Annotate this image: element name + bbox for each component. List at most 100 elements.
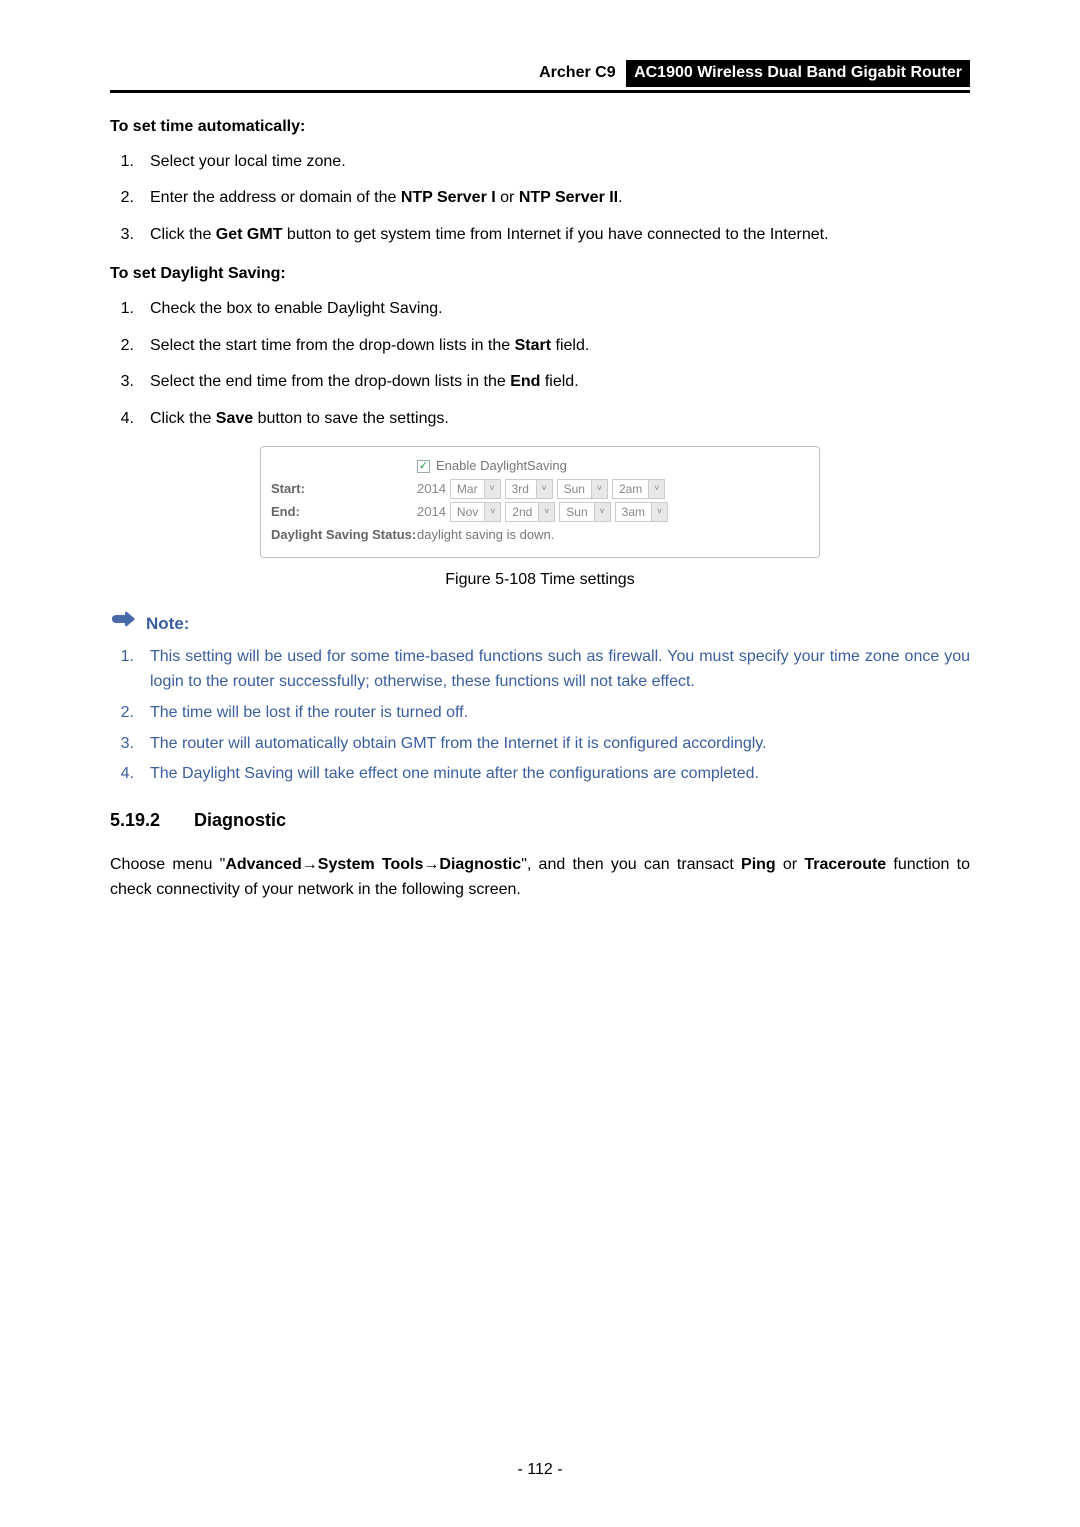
bold-text: NTP Server I xyxy=(401,189,496,206)
select-value: Sun xyxy=(558,480,591,499)
start-year: 2014 xyxy=(417,479,446,499)
list-text: Click the xyxy=(150,410,216,427)
note-label: Note: xyxy=(146,611,189,637)
list-text: The router will automatically obtain GMT… xyxy=(150,735,767,752)
daylight-saving-box: ✓ Enable DaylightSaving Start: 2014 Mar˅… xyxy=(260,446,820,558)
status-row: Daylight Saving Status: daylight saving … xyxy=(271,525,809,545)
note-list: 1. This setting will be used for some ti… xyxy=(138,645,970,787)
page-number: - 112 - xyxy=(0,1458,1080,1483)
start-week-select[interactable]: 3rd˅ xyxy=(505,479,553,499)
list-item: 1. This setting will be used for some ti… xyxy=(138,645,970,695)
enable-label: Enable DaylightSaving xyxy=(436,456,567,476)
chevron-down-icon: ˅ xyxy=(591,480,607,498)
list-number: 3. xyxy=(108,370,134,395)
section-title: Diagnostic xyxy=(194,810,286,830)
bold-text: Ping xyxy=(741,856,776,873)
bold-text: Traceroute xyxy=(804,856,886,873)
list-item: 4. The Daylight Saving will take effect … xyxy=(138,762,970,787)
bold-text: Start xyxy=(515,337,551,354)
enable-checkbox[interactable]: ✓ xyxy=(417,460,430,473)
list-text: The Daylight Saving will take effect one… xyxy=(150,765,759,782)
diagnostic-paragraph: Choose menu "Advanced→System Tools→Diagn… xyxy=(110,853,970,903)
chevron-down-icon: ˅ xyxy=(594,503,610,521)
status-value: daylight saving is down. xyxy=(417,525,554,545)
arrow-icon: → xyxy=(302,856,318,873)
bold-text: Save xyxy=(216,410,253,427)
list-number: 2. xyxy=(108,334,134,359)
bold-text: System Tools xyxy=(318,856,424,873)
row-label: End: xyxy=(271,502,417,522)
daylight-saving-panel: ✓ Enable DaylightSaving Start: 2014 Mar˅… xyxy=(260,446,820,558)
end-year: 2014 xyxy=(417,502,446,522)
start-day-select[interactable]: Sun˅ xyxy=(557,479,608,499)
list-number: 1. xyxy=(108,150,134,175)
bold-text: Get GMT xyxy=(216,226,283,243)
enable-row: ✓ Enable DaylightSaving xyxy=(271,456,809,476)
list-number: 2. xyxy=(108,186,134,211)
list-number: 2. xyxy=(108,701,134,726)
list-text: This setting will be used for some time-… xyxy=(150,648,970,690)
pointing-hand-icon xyxy=(110,610,136,637)
end-month-select[interactable]: Nov˅ xyxy=(450,502,501,522)
list-number: 1. xyxy=(108,297,134,322)
list-number: 3. xyxy=(108,223,134,248)
list-text: Enter the address or domain of the xyxy=(150,189,401,206)
chevron-down-icon: ˅ xyxy=(538,503,554,521)
list-item: 3. Click the Get GMT button to get syste… xyxy=(138,223,970,248)
section-heading: 5.19.2 Diagnostic xyxy=(110,807,970,835)
list-text: Check the box to enable Daylight Saving. xyxy=(150,300,443,317)
list-text: field. xyxy=(551,337,589,354)
arrow-icon: → xyxy=(423,856,439,873)
chevron-down-icon: ˅ xyxy=(484,503,500,521)
list-text: The time will be lost if the router is t… xyxy=(150,704,468,721)
chevron-down-icon: ˅ xyxy=(484,480,500,498)
list-item: 3. The router will automatically obtain … xyxy=(138,732,970,757)
end-week-select[interactable]: 2nd˅ xyxy=(505,502,555,522)
select-value: Mar xyxy=(451,480,484,499)
select-value: Nov xyxy=(451,503,484,522)
page-header: Archer C9 AC1900 Wireless Dual Band Giga… xyxy=(110,60,970,93)
para-text: Choose menu " xyxy=(110,856,225,873)
list-number: 1. xyxy=(108,645,134,670)
row-label: Start: xyxy=(271,479,417,499)
end-row: End: 2014 Nov˅ 2nd˅ Sun˅ 3am˅ xyxy=(271,502,809,522)
list-text: . xyxy=(618,189,622,206)
start-month-select[interactable]: Mar˅ xyxy=(450,479,501,499)
list-item: 1. Select your local time zone. xyxy=(138,150,970,175)
bold-text: End xyxy=(510,373,540,390)
list-item: 2. The time will be lost if the router i… xyxy=(138,701,970,726)
list-text: button to save the settings. xyxy=(253,410,449,427)
list-text: Click the xyxy=(150,226,216,243)
para-text: or xyxy=(776,856,805,873)
select-value: 3am xyxy=(616,503,651,522)
list-item: 1. Check the box to enable Daylight Savi… xyxy=(138,297,970,322)
list-text: button to get system time from Internet … xyxy=(282,226,828,243)
chevron-down-icon: ˅ xyxy=(651,503,667,521)
bold-text: NTP Server II xyxy=(519,189,618,206)
product-model: Archer C9 xyxy=(539,61,621,86)
chevron-down-icon: ˅ xyxy=(536,480,552,498)
list-text: Select the end time from the drop-down l… xyxy=(150,373,510,390)
list-number: 4. xyxy=(108,762,134,787)
list-item: 4. Click the Save button to save the set… xyxy=(138,407,970,432)
note-heading: Note: xyxy=(110,610,970,637)
start-hour-select[interactable]: 2am˅ xyxy=(612,479,665,499)
end-hour-select[interactable]: 3am˅ xyxy=(615,502,668,522)
figure-caption: Figure 5-108 Time settings xyxy=(110,568,970,593)
end-day-select[interactable]: Sun˅ xyxy=(559,502,610,522)
list-text: Select the start time from the drop-down… xyxy=(150,337,515,354)
list-text: or xyxy=(496,189,519,206)
bold-text: Advanced xyxy=(225,856,301,873)
chevron-down-icon: ˅ xyxy=(648,480,664,498)
auto-time-steps: 1. Select your local time zone. 2. Enter… xyxy=(138,150,970,248)
section-number: 5.19.2 xyxy=(110,807,160,835)
select-value: Sun xyxy=(560,503,593,522)
product-title: AC1900 Wireless Dual Band Gigabit Router xyxy=(626,60,970,87)
list-item: 2. Enter the address or domain of the NT… xyxy=(138,186,970,211)
daylight-steps: 1. Check the box to enable Daylight Savi… xyxy=(138,297,970,432)
list-number: 4. xyxy=(108,407,134,432)
select-value: 3rd xyxy=(506,480,536,499)
list-item: 2. Select the start time from the drop-d… xyxy=(138,334,970,359)
para-text: ", and then you can transact xyxy=(521,856,741,873)
list-number: 3. xyxy=(108,732,134,757)
